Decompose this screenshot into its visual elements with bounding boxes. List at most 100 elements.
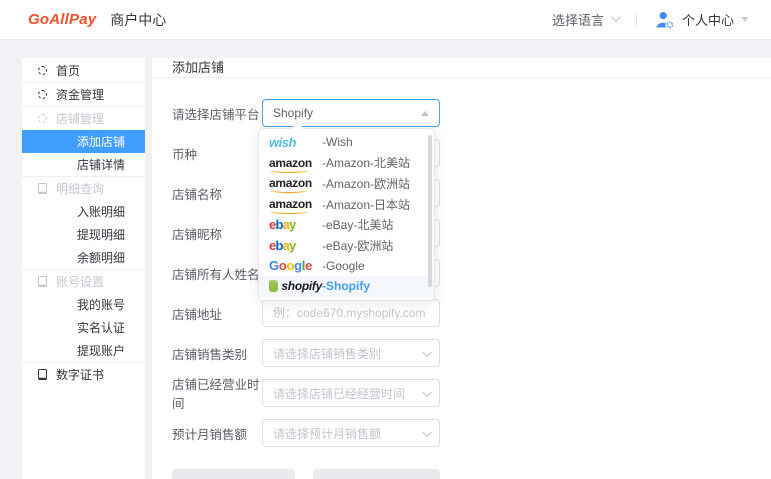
platform-option-label: -Amazon-北美站 [322,156,411,171]
chevron-down-icon [421,386,432,397]
form-row-sales-category: 店铺销售类别 请选择店铺销售类别 [152,339,771,367]
platform-option-ebay-na[interactable]: e b a y -eBay-北美站 [259,214,434,235]
sidebar-item-label: 添加店铺 [77,135,126,149]
shopify-bag-icon [269,280,279,293]
amazon-logo-icon: amazon [269,197,322,215]
sidebar-item-label: 余额明细 [77,251,126,265]
sidebar-item-label: 账号设置 [56,275,105,289]
sales-category-select[interactable]: 请选择店铺销售类别 [262,339,440,367]
platform-option-label: -Amazon-日本站 [322,197,411,212]
sidebar-item-label: 提现明细 [77,228,126,242]
monthly-sales-placeholder: 请选择预计月销售额 [273,426,382,441]
language-selector-label: 选择语言 [551,13,604,28]
goallpay-logo: GoAllPay [28,11,97,28]
platform-label: 请选择店铺平台 [172,107,260,122]
dropdown-scrollbar-thumb[interactable] [428,135,432,287]
dashed-circle-icon [38,114,47,123]
sidebar-item-label: 资金管理 [56,88,105,102]
sidebar-item-account-settings[interactable]: 账号设置 [22,270,145,293]
sidebar-item-add-store[interactable]: 添加店铺 [22,130,145,153]
caret-down-icon [741,17,749,22]
person-gear-icon [655,10,675,30]
chevron-down-icon [421,346,432,357]
sidebar-item-withdrawal-details[interactable]: 提现明细 [22,223,145,246]
sidebar-item-digital-certificate[interactable]: 数字证书 [22,363,145,386]
caret-up-icon [421,110,429,116]
sidebar-item-income-details[interactable]: 入账明细 [22,200,145,223]
footer-button-left[interactable] [172,469,295,479]
sidebar-item-balance-details[interactable]: 余额明细 [22,246,145,269]
sidebar-item-my-account[interactable]: 我的账号 [22,293,145,316]
platform-option-label: -Google [322,258,365,273]
sidebar-item-label: 数字证书 [56,368,105,382]
page-title: 添加店铺 [152,58,771,78]
platform-option-label: -Shopify [322,279,370,294]
platform-dropdown: wish -Wish amazon -Amazon-北美站 amazon -Amazon-… [258,122,435,301]
platform-option-list: wish -Wish amazon -Amazon-北美站 amazon -Amazon-… [259,132,434,297]
sidebar-item-real-name-auth[interactable]: 实名认证 [22,316,145,339]
divider [635,12,637,27]
form-row-store-url: 店铺地址 [152,299,771,327]
topbar-right: 选择语言 个人中心 [552,10,749,30]
sidebar-item-label: 明细查询 [56,182,105,196]
amazon-smile-icon [270,188,308,194]
document-icon [38,369,47,380]
business-time-select[interactable]: 请选择店铺已经经营时间 [262,379,440,407]
document-icon [38,183,47,194]
sidebar-item-store-management[interactable]: 店铺管理 [22,107,145,130]
top-header: GoAllPay 商户中心 选择语言 个人中心 [0,0,771,40]
platform-option-amazon-jp[interactable]: amazon -Amazon-日本站 [259,194,434,215]
form-row-platform: 请选择店铺平台 Shopify [152,99,771,127]
business-time-placeholder: 请选择店铺已经经营时间 [273,386,406,401]
chevron-down-icon [421,426,432,437]
sidebar-item-label: 首页 [56,64,81,78]
amazon-logo-icon: amazon [269,176,322,194]
platform-select[interactable]: Shopify [262,99,440,127]
platform-option-shopify[interactable]: shopify -Shopify [259,276,434,297]
add-store-form: 请选择店铺平台 Shopify 币种 店铺名称 店铺昵称 店铺所有人姓名 店铺地… [152,78,771,479]
document-icon [38,276,47,287]
dashed-circle-icon [38,66,47,75]
amazon-logo-icon: amazon [269,156,322,173]
store-nickname-label: 店铺昵称 [172,227,223,242]
amazon-smile-icon [270,209,308,215]
sales-category-label: 店铺销售类别 [172,347,248,362]
app-title: 商户中心 [110,11,167,28]
platform-option-wish[interactable]: wish -Wish [259,132,434,153]
platform-option-ebay-eu[interactable]: e b a y -eBay-欧洲站 [259,235,434,256]
form-row-store-name: 店铺名称 [152,179,771,207]
platform-option-label: -eBay-北美站 [322,218,394,233]
monthly-sales-select[interactable]: 请选择预计月销售额 [262,419,440,447]
user-menu[interactable]: 个人中心 [655,10,749,30]
platform-option-label: -Amazon-欧洲站 [322,176,411,191]
amazon-smile-icon [270,168,308,173]
sidebar-item-home[interactable]: 首页 [22,59,145,82]
platform-option-amazon-eu[interactable]: amazon -Amazon-欧洲站 [259,173,434,194]
ebay-logo-icon: ebay [269,237,296,253]
form-row-store-nickname: 店铺昵称 [152,219,771,247]
platform-option-amazon-na[interactable]: amazon -Amazon-北美站 [259,153,434,174]
shopify-logo-icon: shopify [269,279,322,293]
form-row-currency: 币种 [152,139,771,167]
main-panel: 添加店铺 请选择店铺平台 Shopify 币种 店铺名称 店铺昵称 店铺所有人姓… [152,58,771,479]
language-selector[interactable]: 选择语言 [551,10,621,29]
store-url-input[interactable] [262,299,440,327]
sales-category-placeholder: 请选择店铺销售类别 [273,346,382,361]
platform-option-label: -eBay-欧洲站 [322,238,394,253]
sidebar-item-label: 入账明细 [77,205,126,219]
wish-logo-icon: wish [269,134,296,150]
user-menu-label: 个人中心 [681,13,734,28]
chevron-down-icon [610,11,621,22]
sidebar-item-withdrawal-account[interactable]: 提现账户 [22,339,145,362]
store-url-label: 店铺地址 [172,307,223,322]
sidebar-item-detail-query[interactable]: 明细查询 [22,177,145,200]
sidebar-item-store-details[interactable]: 店铺详情 [22,153,145,176]
form-footer [172,469,771,479]
sidebar-item-funds-management[interactable]: 资金管理 [22,83,145,106]
platform-option-google[interactable]: Go o g l e -Google [259,256,434,277]
sidebar-item-label: 店铺详情 [77,158,126,172]
sidebar-item-label: 店铺管理 [56,112,105,126]
form-row-owner-name: 店铺所有人姓名 [152,259,771,287]
footer-button-right[interactable] [313,469,440,479]
currency-label: 币种 [172,147,198,162]
